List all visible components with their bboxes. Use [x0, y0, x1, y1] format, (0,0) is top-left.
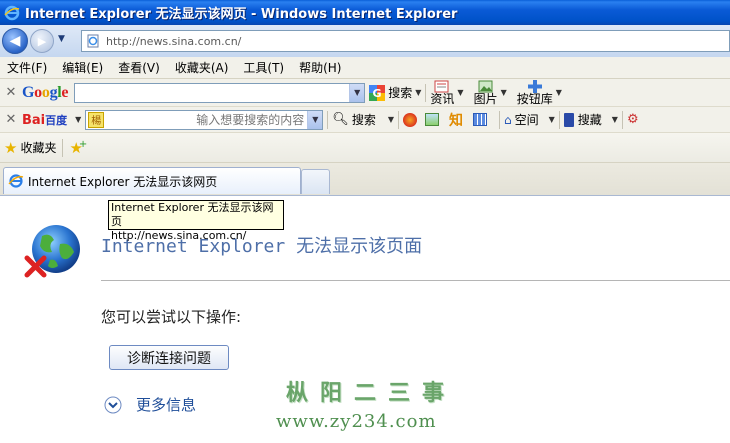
back-arrow-icon: ◀	[9, 33, 21, 49]
favorites-toolbar: ★ 收藏夹 ★+	[0, 133, 730, 163]
baidu-search-dropdown-icon[interactable]: ▼	[307, 110, 323, 129]
error-message: 您可以尝试以下操作:	[101, 308, 242, 326]
tooltip-title: Internet Explorer 无法显示该网页	[111, 201, 274, 228]
bookmark-dropdown-icon[interactable]: ▼	[612, 115, 618, 124]
google-toolbar: ✕ Google ▼ G 搜索 ▼ 资讯 ▼ 图片 ▼ 按钮库 ▼	[0, 79, 730, 107]
history-dropdown-icon[interactable]: ▼	[58, 34, 65, 44]
toolbar-separator	[498, 110, 500, 129]
menu-tools[interactable]: 工具(T)	[237, 59, 293, 76]
baidu-bookmark-label: 搜藏	[577, 113, 602, 127]
menu-help[interactable]: 帮助(H)	[293, 59, 350, 76]
forward-button[interactable]: ▶	[30, 29, 54, 53]
star-icon: ★	[4, 138, 18, 157]
picture-icon[interactable]	[424, 113, 439, 126]
baidu-bookmark-button[interactable]: 搜藏 ▼	[563, 111, 618, 128]
tab-ie-icon	[8, 174, 24, 188]
more-info-link[interactable]: 更多信息	[136, 394, 196, 415]
settings-icon[interactable]: ⚙	[627, 112, 639, 127]
toolbar-separator	[558, 110, 560, 129]
menu-favorites[interactable]: 收藏夹(A)	[169, 59, 238, 76]
baidu-toolbar: ✕ Bai百度 ▼ 楊 输入想要搜索的内容 ▼ 🔍︎ 搜索 ▼ 知 ⌂ 空间 ▼…	[0, 107, 730, 133]
images-dropdown-icon[interactable]: ▼	[501, 88, 507, 97]
google-search-arrow-icon[interactable]: ▼	[415, 88, 421, 97]
divider	[101, 280, 730, 281]
page-icon	[87, 34, 99, 48]
google-news-button[interactable]: 资讯	[430, 80, 454, 105]
baidu-search-input[interactable]: 楊 输入想要搜索的内容 ▼	[85, 109, 324, 130]
google-logo: Google	[22, 83, 69, 101]
menu-view[interactable]: 查看(V)	[112, 59, 169, 76]
baidu-search-label: 搜索	[351, 113, 376, 127]
baidu-logo: Bai百度	[22, 112, 68, 128]
baidu-space-button[interactable]: ⌂ 空间 ▼	[504, 111, 555, 128]
tab-current[interactable]: Internet Explorer 无法显示该网页	[3, 167, 301, 194]
watermark-url: www.zy234.com	[276, 411, 437, 432]
google-button-gallery-label: 按钮库	[516, 92, 553, 106]
baidu-search-placeholder: 输入想要搜索的内容	[196, 113, 305, 127]
google-g-icon: G	[369, 84, 386, 101]
google-button-gallery[interactable]: 按钮库	[517, 80, 553, 105]
ie-logo-icon	[4, 5, 20, 20]
toolbar-separator	[621, 110, 623, 129]
toolbar-separator	[62, 138, 64, 157]
tab-tooltip: Internet Explorer 无法显示该网页 http://news.si…	[108, 200, 284, 242]
google-search-button[interactable]: G 搜索 ▼	[369, 84, 421, 101]
zhidao-icon[interactable]: 知	[449, 110, 463, 130]
window-title: Internet Explorer 无法显示该网页 - Windows Inte…	[25, 7, 458, 22]
svg-text:G: G	[373, 87, 382, 100]
favorites-label: 收藏夹	[20, 141, 57, 155]
toolbar-separator	[327, 110, 329, 129]
forward-arrow-icon: ▶	[37, 34, 47, 48]
menu-bar: 文件(F) 编辑(E) 查看(V) 收藏夹(A) 工具(T) 帮助(H)	[0, 57, 730, 79]
watermark-title: 枞阳二三事	[286, 380, 457, 406]
expand-chevron-icon[interactable]	[104, 396, 122, 414]
google-search-label: 搜索	[388, 86, 413, 100]
favorites-button[interactable]: ★ 收藏夹	[4, 139, 56, 157]
toolbar-separator	[425, 83, 427, 102]
baidu-search-arrow-icon[interactable]: ▼	[388, 115, 394, 124]
error-globe-icon	[24, 225, 80, 278]
baidu-logo-dropdown-icon[interactable]: ▼	[75, 115, 81, 124]
menu-edit[interactable]: 编辑(E)	[56, 59, 112, 76]
title-bar: Internet Explorer 无法显示该网页 - Windows Inte…	[0, 0, 730, 25]
google-search-input[interactable]: ▼	[74, 82, 366, 103]
baidu-space-label: 空间	[514, 113, 539, 127]
google-search-dropdown-icon[interactable]: ▼	[349, 83, 365, 102]
magnifier-icon: 🔍︎	[332, 112, 349, 127]
menu-file[interactable]: 文件(F)	[0, 59, 56, 76]
paint-icon[interactable]	[402, 112, 417, 127]
close-google-toolbar-icon[interactable]: ✕	[0, 85, 22, 100]
google-images-label: 图片	[473, 92, 498, 106]
close-baidu-toolbar-icon[interactable]: ✕	[0, 112, 22, 127]
back-button[interactable]: ◀	[2, 28, 28, 54]
baidu-search-button[interactable]: 🔍︎ 搜索 ▼	[332, 111, 394, 128]
tooltip-url: http://news.sina.com.cn/	[111, 229, 247, 242]
bookmark-icon	[563, 112, 574, 127]
address-url: http://news.sina.com.cn/	[106, 34, 242, 48]
space-dropdown-icon[interactable]: ▼	[549, 115, 555, 124]
address-row: ◀ ▶ ▼ http://news.sina.com.cn/	[0, 25, 730, 57]
grid-icon[interactable]	[472, 113, 487, 126]
news-dropdown-icon[interactable]: ▼	[457, 88, 463, 97]
tab-row: Internet Explorer 无法显示该网页	[0, 163, 730, 196]
address-field[interactable]: http://news.sina.com.cn/	[81, 30, 730, 52]
google-images-button[interactable]: 图片	[474, 80, 498, 105]
new-tab-button[interactable]	[301, 169, 330, 194]
baidu-input-icon: 楊	[88, 111, 105, 128]
add-favorite-icon[interactable]: ★+	[69, 139, 87, 157]
button-gallery-dropdown-icon[interactable]: ▼	[556, 88, 562, 97]
home-icon: ⌂	[503, 112, 512, 127]
tab-title: Internet Explorer 无法显示该网页	[28, 174, 218, 189]
diagnose-connection-button[interactable]: 诊断连接问题	[109, 345, 229, 370]
google-news-label: 资讯	[430, 92, 455, 106]
toolbar-separator	[397, 110, 399, 129]
